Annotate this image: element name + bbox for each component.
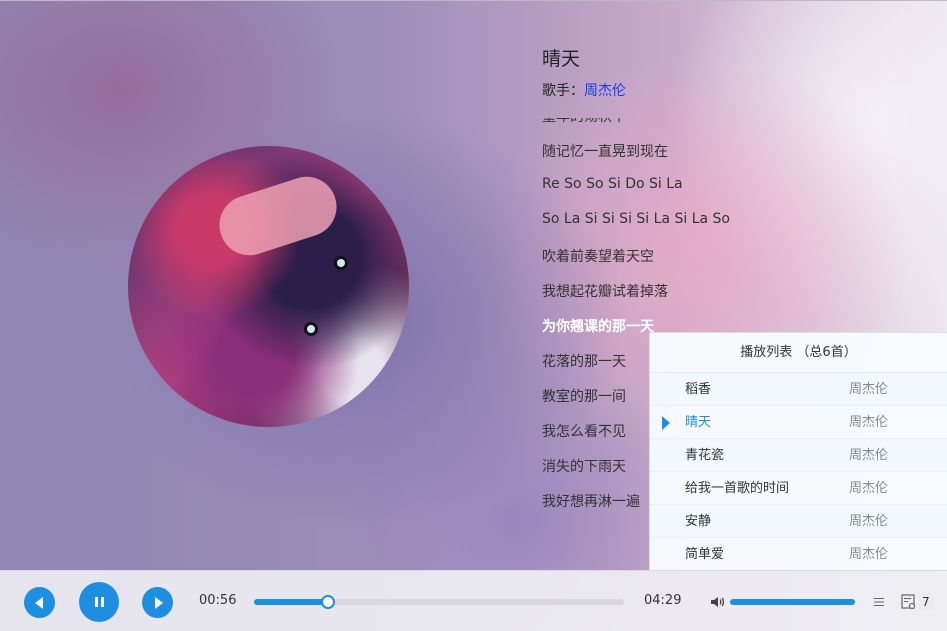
volume-fill: [730, 599, 855, 605]
playlist-item[interactable]: 简单爱 周杰伦: [650, 538, 947, 570]
playlist-rows: 稻香 周杰伦 晴天 周杰伦 青花瓷 周杰伦 给我一首歌的时间 周杰伦 安静 周杰伦 简单爱 周杰伦: [650, 373, 947, 570]
lyric-line: Re So So Si Do Si La: [542, 176, 683, 192]
prev-icon: [34, 596, 43, 609]
lyric-line: 吹着前奏望着天空: [542, 249, 654, 265]
playlist-item[interactable]: 青花瓷 周杰伦: [650, 439, 947, 472]
album-art-detail: [334, 256, 348, 270]
lyric-line: 我怎么看不见: [542, 424, 626, 440]
lyric-line: 童年的荡秋千: [542, 118, 626, 126]
playlist-item[interactable]: 晴天 周杰伦: [650, 406, 947, 439]
lyric-line: 消失的下雨天: [542, 459, 626, 475]
playlist-header: 播放列表 （总6首）: [650, 333, 947, 373]
player-controls: 00:56 04:29 7: [0, 570, 947, 631]
playlist-item-name: 给我一首歌的时间: [685, 481, 790, 496]
playlist-item-artist: 周杰伦: [849, 481, 889, 496]
progress-fill: [254, 599, 328, 605]
playlist-panel: 播放列表 （总6首） 稻香 周杰伦 晴天 周杰伦 青花瓷 周杰伦 给我一首歌的时间 周杰伦 安静…: [649, 332, 947, 570]
playlist-count-badge: 7: [918, 594, 934, 610]
playlist-item-name: 晴天: [685, 415, 712, 430]
playlist-item[interactable]: 稻香 周杰伦: [650, 373, 947, 406]
song-title: 晴天: [542, 48, 581, 70]
lyric-line: 教室的那一间: [542, 389, 626, 405]
playlist-item-name: 简单爱: [685, 547, 725, 562]
album-art-detail: [304, 322, 318, 336]
lyric-line: 我好想再淋一遍: [542, 494, 640, 510]
album-art-detail: [211, 168, 345, 264]
playlist-item-name: 安静: [685, 514, 712, 529]
progress-bar[interactable]: [254, 595, 624, 609]
pause-icon: [94, 597, 104, 607]
volume-icon[interactable]: [709, 594, 725, 610]
total-time: 04:29: [644, 593, 682, 608]
lyric-line: 我想起花瓣试着掉落: [542, 284, 668, 300]
playlist-item-artist: 周杰伦: [849, 547, 889, 562]
pause-button[interactable]: [79, 582, 119, 622]
lyric-line: 花落的那一天: [542, 354, 626, 370]
top-divider: [0, 0, 947, 1]
singer-label: 歌手：: [542, 83, 584, 99]
playlist-icon[interactable]: [901, 593, 917, 611]
playlist-item-artist: 周杰伦: [849, 415, 889, 430]
now-playing-icon: [662, 416, 670, 430]
prev-button[interactable]: [24, 587, 55, 618]
album-cover: [128, 146, 409, 427]
singer-link[interactable]: 周杰伦: [584, 83, 626, 99]
play-mode-icon[interactable]: [873, 596, 885, 608]
lyric-line: So La Si Si Si Si La Si La So: [542, 211, 730, 227]
playlist-item-artist: 周杰伦: [849, 382, 889, 397]
volume-bar[interactable]: [730, 599, 855, 605]
next-button[interactable]: [142, 587, 173, 618]
lyric-line: 随记忆一直晃到现在: [542, 144, 668, 160]
playlist-item[interactable]: 安静 周杰伦: [650, 505, 947, 538]
next-icon: [155, 596, 163, 609]
progress-handle[interactable]: [321, 595, 335, 609]
lyric-line: 为你翘课的那一天: [542, 319, 654, 335]
playlist-item-artist: 周杰伦: [849, 514, 889, 529]
playlist-item[interactable]: 给我一首歌的时间 周杰伦: [650, 472, 947, 505]
current-time: 00:56: [199, 593, 237, 608]
playlist-item-name: 青花瓷: [685, 448, 725, 463]
playlist-item-artist: 周杰伦: [849, 448, 889, 463]
playlist-item-name: 稻香: [685, 382, 712, 397]
singer-info: 歌手：周杰伦: [542, 80, 626, 100]
